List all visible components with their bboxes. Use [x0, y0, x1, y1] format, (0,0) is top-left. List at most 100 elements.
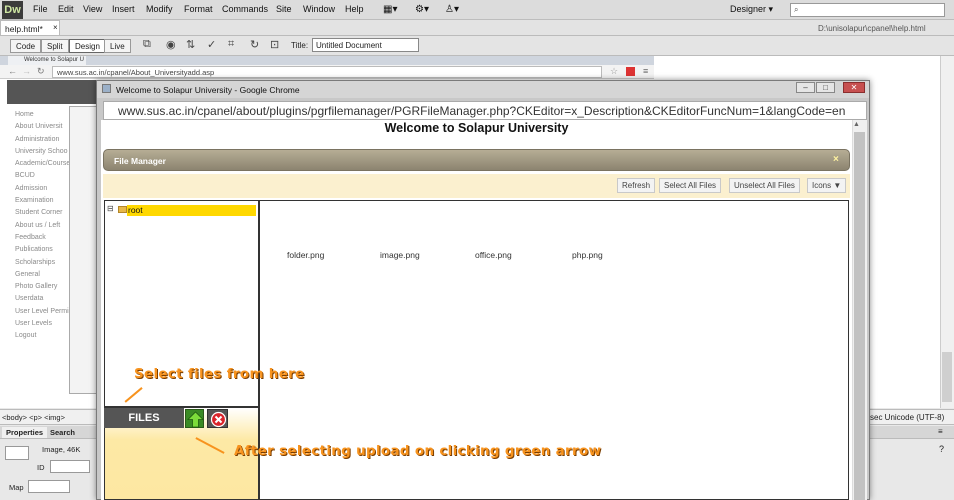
tree-root-folder[interactable]: root: [127, 205, 256, 216]
cancel-upload-button[interactable]: [207, 409, 228, 428]
file-manager-header: [103, 149, 850, 171]
site-icon[interactable]: ♙▾: [445, 4, 459, 15]
design-view-button[interactable]: Design: [69, 39, 106, 53]
code-navigator-icon[interactable]: ⊡: [270, 38, 279, 51]
file-item[interactable]: image.png: [380, 250, 420, 260]
file-management-icon[interactable]: ⇅: [186, 38, 195, 51]
split-view-button[interactable]: Split: [41, 39, 69, 53]
nav-item-academic-course[interactable]: Academic/Course: [15, 158, 75, 170]
popup-favicon-icon: [102, 84, 111, 93]
id-field[interactable]: [50, 460, 90, 473]
nav-item-administration[interactable]: Administration: [15, 134, 75, 146]
multiscreen-icon[interactable]: ⧉: [143, 38, 151, 51]
menu-window[interactable]: Window: [303, 4, 335, 14]
annotation-upload-hint: After selecting upload on clicking green…: [234, 443, 602, 459]
files-upload-label[interactable]: FILES: [104, 408, 184, 428]
document-path: D:\unisolapur\cpanel\help.html: [818, 24, 926, 33]
workspace-switcher[interactable]: Designer ▾: [730, 4, 773, 15]
refresh-icon[interactable]: ↻: [250, 38, 259, 51]
select-all-files-button[interactable]: Select All Files: [659, 178, 722, 193]
menu-file[interactable]: File: [33, 4, 48, 14]
file-manager-close-icon[interactable]: ×: [833, 154, 839, 165]
nav-item-bcud[interactable]: BCUD: [15, 170, 75, 182]
menu-insert[interactable]: Insert: [112, 4, 135, 14]
page-header-banner: [7, 80, 107, 104]
menu-view[interactable]: View: [83, 4, 102, 14]
nav-item-university-school[interactable]: University Schoo: [15, 146, 75, 158]
live-view-button[interactable]: Live: [104, 39, 131, 53]
document-tab[interactable]: help.html*: [0, 20, 60, 36]
up-arrow-icon: [187, 411, 204, 428]
visual-aids-icon[interactable]: ⌗: [228, 38, 234, 51]
nav-item-user-level-permissions[interactable]: User Level Permi: [15, 306, 75, 318]
dreamweaver-logo: Dw: [2, 1, 23, 19]
menu-format[interactable]: Format: [184, 4, 213, 14]
scroll-up-icon[interactable]: ▲: [853, 121, 860, 128]
preview-icon[interactable]: ◉: [166, 38, 176, 51]
nav-item-user-levels[interactable]: User Levels: [15, 318, 75, 330]
help-icon[interactable]: ?: [939, 444, 944, 454]
search-input[interactable]: ⌕: [790, 3, 945, 17]
tree-collapse-icon[interactable]: ⊟: [107, 204, 114, 213]
menu-help[interactable]: Help: [345, 4, 364, 14]
check-page-icon[interactable]: ✓: [207, 38, 216, 51]
nav-item-userdata[interactable]: Userdata: [15, 293, 75, 305]
forward-icon[interactable]: →: [22, 66, 31, 76]
title-input[interactable]: Untitled Document: [312, 38, 419, 52]
close-window-icon[interactable]: ✕: [843, 82, 865, 93]
menu-modify[interactable]: Modify: [146, 4, 173, 14]
upload-arrow-button[interactable]: [185, 409, 204, 428]
back-icon[interactable]: ←: [8, 66, 17, 76]
image-info: Image, 46K: [42, 445, 81, 454]
gear-icon[interactable]: ⚙▾: [415, 4, 429, 15]
popup-url[interactable]: www.sus.ac.in/cpanel/about/plugins/pgrfi…: [118, 104, 845, 118]
nav-item-feedback[interactable]: Feedback: [15, 232, 75, 244]
map-field[interactable]: [28, 480, 70, 493]
menu-edit[interactable]: Edit: [58, 4, 74, 14]
workspace-label: Designer: [730, 4, 767, 14]
code-view-button[interactable]: Code: [10, 39, 42, 53]
file-item[interactable]: php.png: [572, 250, 603, 260]
nav-item-admission[interactable]: Admission: [15, 183, 75, 195]
popup-scrollbar-thumb[interactable]: [854, 132, 865, 500]
view-mode-dropdown[interactable]: Icons ▼: [807, 178, 847, 193]
menu-commands[interactable]: Commands: [222, 4, 268, 14]
extension-icon[interactable]: [626, 67, 635, 76]
unselect-all-files-button[interactable]: Unselect All Files: [729, 178, 800, 193]
search-icon: ⌕: [794, 5, 799, 14]
annotation-select-files: Select files from here: [134, 366, 305, 382]
tab-search[interactable]: Search: [46, 427, 79, 438]
reload-icon[interactable]: ↻: [37, 66, 45, 77]
nav-item-about-us-left[interactable]: About us / Left: [15, 220, 75, 232]
nav-item-general[interactable]: General: [15, 269, 75, 281]
nav-item-about-university[interactable]: About Universit: [15, 121, 75, 133]
file-item[interactable]: folder.png: [287, 250, 324, 260]
id-label: ID: [37, 463, 45, 472]
nav-item-photo-gallery[interactable]: Photo Gallery: [15, 281, 75, 293]
tag-selector[interactable]: <body> <p> <img>: [2, 413, 65, 422]
file-manager-title: File Manager: [114, 156, 166, 166]
background-window: [69, 106, 99, 394]
nav-item-examination[interactable]: Examination: [15, 195, 75, 207]
nav-item-home[interactable]: Home: [15, 109, 75, 121]
image-thumbnail: [5, 446, 29, 460]
panel-menu-icon[interactable]: ≡: [938, 427, 943, 436]
maximize-icon[interactable]: □: [816, 82, 835, 93]
menu-icon[interactable]: ≡: [643, 66, 648, 76]
scrollbar-thumb[interactable]: [942, 352, 952, 402]
refresh-button[interactable]: Refresh: [617, 178, 656, 193]
nav-item-student-corner[interactable]: Student Corner: [15, 207, 75, 219]
nav-item-logout[interactable]: Logout: [15, 330, 75, 342]
tab-properties[interactable]: Properties: [2, 427, 48, 438]
background-browser-tab[interactable]: Welcome to Solapur U: [8, 56, 86, 65]
background-browser-url[interactable]: www.sus.ac.in/cpanel/About_Universityadd…: [52, 66, 602, 78]
close-icon[interactable]: ×: [53, 23, 58, 32]
bookmark-star-icon[interactable]: ☆: [610, 66, 618, 77]
layout-icon[interactable]: ▦▾: [383, 4, 397, 15]
file-item[interactable]: office.png: [475, 250, 512, 260]
menu-site[interactable]: Site: [276, 4, 292, 14]
nav-item-publications[interactable]: Publications: [15, 244, 75, 256]
minimize-icon[interactable]: –: [796, 82, 815, 93]
nav-item-scholarships[interactable]: Scholarships: [15, 257, 75, 269]
page-heading: Welcome to Solapur University: [384, 121, 569, 135]
